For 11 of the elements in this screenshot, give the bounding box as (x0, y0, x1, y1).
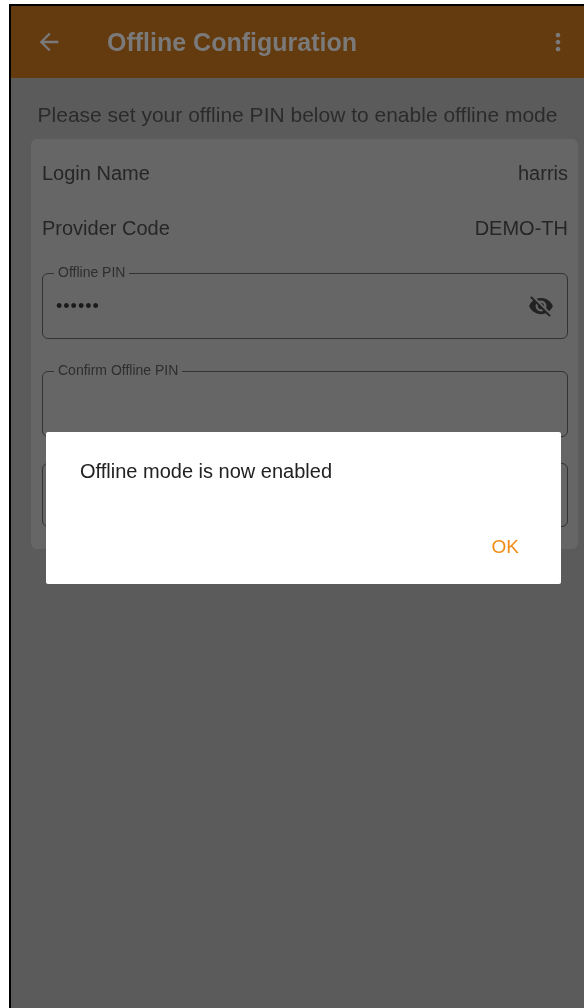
detail-value: harris (518, 161, 568, 185)
detail-label: Provider Code (42, 216, 170, 240)
eye-slash-icon[interactable] (528, 293, 554, 320)
app-title: Offline Configuration (107, 27, 358, 57)
dialog-message: Offline mode is now enabled (80, 460, 332, 483)
ok-button[interactable]: OK (483, 532, 527, 562)
field-value: •••••• (56, 295, 101, 317)
pin-field[interactable]: Offline PIN •••••• (42, 263, 568, 340)
detail-label: Login Name (42, 161, 150, 185)
detail-value: DEMO-TH (474, 216, 568, 240)
pin-field[interactable]: Confirm Offline PIN (42, 361, 568, 438)
